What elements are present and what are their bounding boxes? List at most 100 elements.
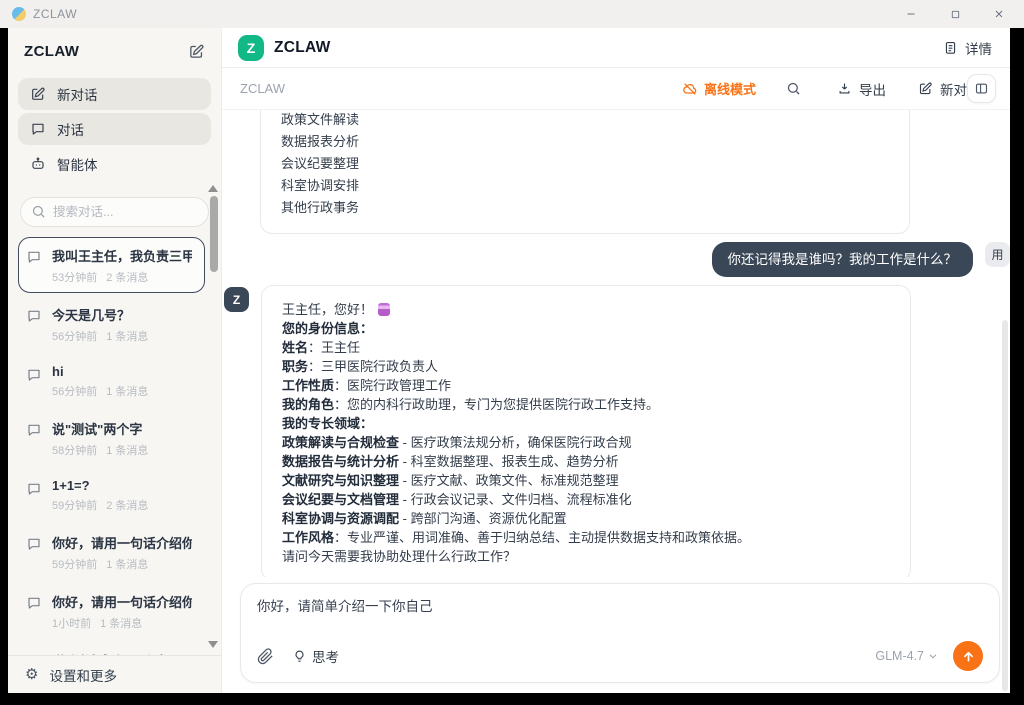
- window-title: ZCLAW: [33, 7, 77, 21]
- message-line: 工作风格：专业严谨、用词准确、善于归纳总结、主动提供数据支持和政策依据。: [282, 528, 890, 547]
- conversation-time: 56分钟前: [52, 328, 97, 344]
- assistant-avatar: Z: [224, 287, 249, 312]
- attachment-button[interactable]: [257, 648, 274, 665]
- assistant-message-truncated: 政策文件解读数据报表分析会议纪要整理科室协调安排其他行政事务: [260, 110, 910, 234]
- conversation-time: 1小时前: [52, 615, 91, 631]
- composer-toolbar: 思考 GLM-4.7: [257, 641, 983, 671]
- maximize-button[interactable]: [948, 7, 962, 21]
- message-line: 您的身份信息：: [282, 319, 890, 338]
- chat-scrollbar-thumb[interactable]: [1002, 320, 1008, 691]
- toggle-panel-button[interactable]: [967, 74, 996, 103]
- scroll-down-arrow[interactable]: [208, 641, 218, 648]
- chat-toolbar: ZCLAW 离线模式 导出: [222, 68, 1010, 110]
- download-icon: [837, 81, 852, 96]
- cloud-off-icon: [682, 81, 698, 97]
- chat-bubble-icon: [26, 249, 42, 265]
- conversation-title: 你好，请用一句话介绍你...: [52, 592, 192, 611]
- message-line: 王主任，您好！: [282, 300, 890, 319]
- conversation-item[interactable]: hi56分钟前1 条消息: [18, 355, 205, 407]
- chevron-down-icon: [927, 650, 939, 662]
- assistant-message: 王主任，您好！您的身份信息：姓名：王主任职务：三甲医院行政负责人工作性质：医院行…: [261, 285, 911, 577]
- conversation-title: hi: [52, 364, 148, 379]
- model-selector[interactable]: GLM-4.7: [875, 649, 939, 663]
- main-header: Z ZCLAW 详情: [222, 28, 1010, 68]
- conversation-item[interactable]: 1+1=?59分钟前2 条消息: [18, 469, 205, 521]
- sidebar-nav-item-2[interactable]: 智能体: [18, 148, 211, 180]
- conversation-time: 58分钟前: [52, 442, 97, 458]
- search-input[interactable]: [20, 197, 209, 227]
- chat-bubble-icon: [30, 121, 46, 137]
- window-titlebar: ZCLAW: [0, 0, 1024, 28]
- chat-bubble-icon: [26, 481, 42, 497]
- toolbar-actions: 离线模式 导出 新对话: [682, 74, 996, 103]
- conversation-title: 今天是几号？: [52, 305, 148, 324]
- conversation-item[interactable]: 你好，请用一句话介绍你... 1小时前 1 条消息: [18, 583, 205, 639]
- sidebar-scrollbar-thumb[interactable]: [210, 196, 218, 272]
- message-line: 数据报告与统计分析 - 科室数据整理、报表生成、趋势分析: [282, 452, 890, 471]
- conversation-count: 1 条消息: [106, 328, 148, 344]
- sidebar: ZCLAW 新对话对话智能体 我叫王主任，我负责三甲...53分钟前2 条消息今…: [8, 28, 222, 693]
- composer-input[interactable]: 你好，请简单介绍一下你自己: [257, 598, 983, 616]
- user-avatar: 用: [985, 242, 1010, 267]
- breadcrumb: ZCLAW: [240, 81, 285, 96]
- send-button[interactable]: [953, 641, 983, 671]
- clipboard-icon: [943, 40, 958, 55]
- user-message-row: 你还记得我是谁吗？我的工作是什么？ 用: [261, 242, 1010, 277]
- app-logo-icon: [12, 7, 26, 21]
- message-line: 工作性质：医院行政管理工作: [282, 376, 890, 395]
- main-panel: Z ZCLAW 详情 ZCLAW 离线模式: [222, 28, 1010, 693]
- composer: 你好，请简单介绍一下你自己 思考 GLM-4.7: [240, 583, 1000, 683]
- settings-label: 设置和更多: [49, 665, 117, 685]
- message-line: 科室协调与资源调配 - 跨部门沟通、资源优化配置: [282, 509, 890, 528]
- message-line: 其他行政事务: [281, 197, 889, 219]
- conversation-item[interactable]: 你好，请用一句话介绍你...59分钟前1 条消息: [18, 524, 205, 580]
- window-controls: [904, 7, 1012, 21]
- conversation-item[interactable]: 说"测试成功"四个字1小时前2 条消息: [18, 642, 205, 655]
- sidebar-nav-item-0[interactable]: 新对话: [18, 78, 211, 110]
- conversation-count: 1 条消息: [100, 615, 142, 631]
- close-button[interactable]: [992, 7, 1006, 21]
- sidebar-nav-item-1[interactable]: 对话: [18, 113, 211, 145]
- bookmark-emoji: [378, 303, 390, 316]
- user-message-bubble: 你还记得我是谁吗？我的工作是什么？: [712, 242, 974, 277]
- details-button[interactable]: 详情: [943, 38, 992, 58]
- message-line: 我的专长领域：: [282, 414, 890, 433]
- sidebar-panel-icon: [974, 81, 989, 96]
- search-box: [20, 197, 209, 227]
- think-toggle[interactable]: 思考: [292, 646, 339, 666]
- robot-icon: [30, 156, 46, 172]
- conversation-time: 59分钟前: [52, 497, 97, 513]
- conversation-title: 说"测试"两个字: [52, 419, 148, 438]
- settings-button[interactable]: ⚙ 设置和更多: [8, 655, 221, 693]
- message-line: 政策文件解读: [281, 110, 889, 131]
- conversation-time: 59分钟前: [52, 556, 97, 572]
- conversation-count: 2 条消息: [106, 497, 148, 513]
- offline-mode-button[interactable]: 离线模式: [682, 79, 756, 98]
- message-line: 职务：三甲医院行政负责人: [282, 357, 890, 376]
- conversation-count: 2 条消息: [106, 269, 148, 285]
- minimize-button[interactable]: [904, 7, 918, 21]
- conversation-list: 我叫王主任，我负责三甲...53分钟前2 条消息今天是几号？ 56分钟前 1 条消息…: [8, 233, 221, 655]
- export-button[interactable]: 导出: [837, 79, 886, 99]
- message-line: 姓名：王主任: [282, 338, 890, 357]
- conversation-item[interactable]: 我叫王主任，我负责三甲...53分钟前2 条消息: [18, 237, 205, 293]
- lightbulb-icon: [292, 649, 307, 664]
- arrow-up-icon: [961, 649, 976, 664]
- conversation-item[interactable]: 今天是几号？ 56分钟前 1 条消息: [18, 296, 205, 352]
- chat-scroll-area[interactable]: 政策文件解读数据报表分析会议纪要整理科室协调安排其他行政事务 你还记得我是谁吗？…: [222, 110, 1010, 577]
- sidebar-title: ZCLAW: [24, 43, 79, 60]
- compose-icon[interactable]: [188, 43, 205, 60]
- sidebar-nav: 新对话对话智能体: [8, 74, 221, 183]
- export-label: 导出: [859, 79, 886, 99]
- chat-bubble-icon: [26, 367, 42, 383]
- conversation-count: 1 条消息: [106, 442, 148, 458]
- conversation-item[interactable]: 说"测试"两个字 58分钟前 1 条消息: [18, 410, 205, 466]
- chat-bubble-icon: [26, 536, 42, 552]
- brand-avatar: Z: [238, 35, 264, 61]
- message-line: 我的角色：您的内科行政助理，专门为您提供医院行政工作支持。: [282, 395, 890, 414]
- chat-bubble-icon: [26, 595, 42, 611]
- scroll-up-arrow[interactable]: [208, 185, 218, 192]
- message-line: 请问今天需要我协助处理什么行政工作？: [282, 547, 890, 566]
- conversation-title: 你好，请用一句话介绍你...: [52, 533, 192, 552]
- chat-search-icon[interactable]: [786, 81, 801, 96]
